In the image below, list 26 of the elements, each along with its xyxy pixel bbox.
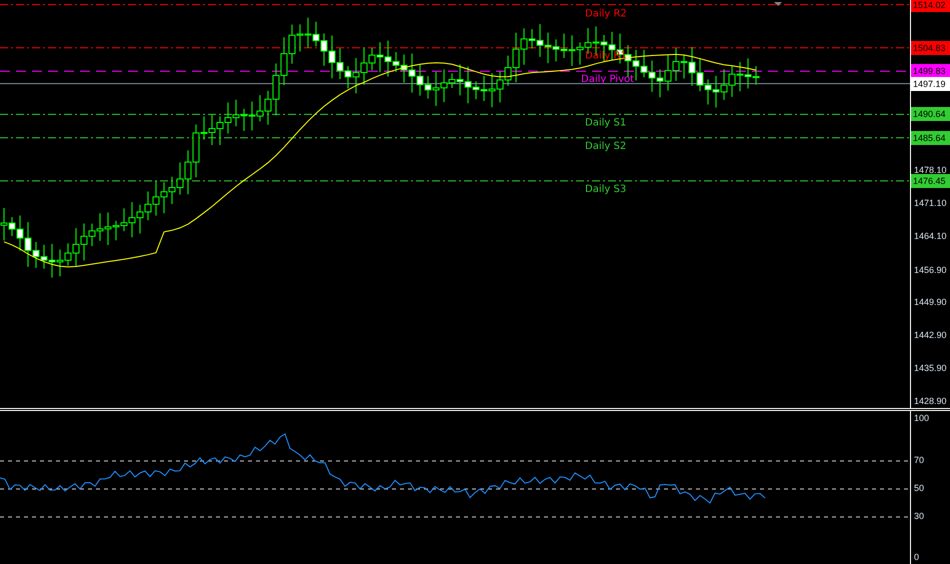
axis-tick-label: 1442.90 [914,329,947,342]
level-label: Daily S1 [585,117,626,128]
axis-tick-label: 1435.90 [914,362,947,374]
price-level-badge: 1504.83 [911,40,950,55]
level-label: Daily Pivot [581,74,634,86]
axis-tick-label: 70 [914,454,924,466]
axis-tick-label: 0 [914,551,920,563]
axis-tick-label: 1456.90 [914,264,947,276]
axis-tick-label: 1464.10 [914,230,947,242]
level-label: Daily S2 [585,140,626,152]
axis-tick-label: 1449.90 [914,296,947,308]
axis-tick-label: 50 [914,482,924,494]
axis-tick-label: 30 [914,510,924,522]
current-price-badge: 1497.19 [911,76,950,91]
axis-tick-label: 1428.90 [914,395,947,407]
axis-tick-label: 1471.10 [914,196,947,209]
axis-tick-label: 100 [914,412,930,424]
level-label: Daily R2 [585,8,627,20]
price-level-badge: 1485.64 [911,130,950,145]
level-label: Daily S3 [585,184,626,195]
price-level-badge: 1490.64 [911,107,950,122]
triangle-marker-icon [774,2,782,6]
price-level-badge: 1514.02 [911,0,950,12]
price-level-badge: 1476.45 [911,174,950,188]
axis-tick-label: 1478.10 [914,164,947,176]
price-level-badge: 1499.83 [911,64,950,78]
